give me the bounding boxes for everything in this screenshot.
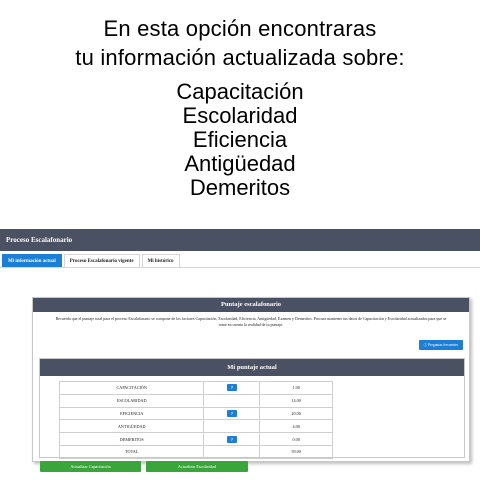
app-screenshot: Proceso Escalafonario Mi información act… <box>0 229 480 480</box>
tab-mi-informacion-actual[interactable]: Mi información actual <box>2 254 62 267</box>
factor-value: 4.00 <box>259 419 333 434</box>
factor-value: 14.00 <box>259 393 333 408</box>
app-header: Proceso Escalafonario <box>0 229 480 251</box>
card-description: Recuerda que el puntaje total para el pr… <box>55 316 447 327</box>
intro-line-1: En esta opción encontraras <box>103 16 377 41</box>
factor-value: 0.00 <box>259 432 333 446</box>
table-row: TOTAL 39.00 <box>58 444 333 459</box>
table-row: DEMERITOS ? 0.00 <box>58 432 333 446</box>
topic-demeritos: Demeritos <box>189 175 291 200</box>
intro-topics: Capacitación Escolaridad Eficiencia Anti… <box>0 80 480 200</box>
factor-name: ESCOLARIDAD <box>58 393 205 408</box>
factor-value: 20.00 <box>259 406 333 421</box>
factor-value: 39.00 <box>259 444 333 459</box>
factor-help-cell: ? <box>203 381 261 395</box>
score-card: Puntaje escalafonario Recuerda que el pu… <box>32 297 470 462</box>
factor-name: TOTAL <box>58 444 205 459</box>
intro-text: En esta opción encontraras tu informació… <box>0 14 480 200</box>
info-circle-icon: ⓘ <box>423 343 428 347</box>
factor-name: ANTIGÜEDAD <box>58 419 205 434</box>
tab-mi-historico[interactable]: Mi histórico <box>141 254 180 267</box>
topic-eficiencia: Eficiencia <box>192 127 288 152</box>
help-button[interactable]: ? <box>226 435 237 443</box>
topic-antiguedad: Antigüedad <box>184 151 296 176</box>
intro-line-2: tu información actualizada sobre: <box>75 45 405 70</box>
factor-help-cell: ? <box>203 432 261 446</box>
faq-button[interactable]: ⓘ Preguntas frecuentes <box>418 340 463 350</box>
update-schooling-button[interactable]: Actualizar Escolaridad <box>146 461 248 472</box>
table-row: ESCOLARIDAD 14.00 <box>58 393 333 408</box>
factor-name: CAPACITACIÓN <box>58 381 205 395</box>
factor-value: 1.00 <box>259 381 333 395</box>
score-title: Mi puntaje actual <box>40 359 464 376</box>
factor-help-cell <box>203 419 261 434</box>
table-row: EFICIENCIA ? 20.00 <box>58 406 333 421</box>
factor-help-cell <box>203 393 261 408</box>
topic-escolaridad: Escolaridad <box>182 103 298 128</box>
topic-capacitacion: Capacitación <box>176 79 304 104</box>
tab-proceso-vigente[interactable]: Proceso Escalafonario vigente <box>63 254 140 267</box>
faq-button-label: Preguntas frecuentes <box>428 343 458 347</box>
table-row: ANTIGÜEDAD 4.00 <box>58 419 333 434</box>
card-title: Puntaje escalafonario <box>33 298 469 312</box>
factor-name: DEMERITOS <box>58 432 205 446</box>
factor-name: EFICIENCIA <box>58 406 205 421</box>
tab-bar: Mi información actual Proceso Escalafona… <box>0 254 480 268</box>
factor-help-cell <box>203 444 261 459</box>
help-button[interactable]: ? <box>226 409 237 417</box>
table-row: CAPACITACIÓN ? 1.00 <box>58 381 333 395</box>
score-table: CAPACITACIÓN ? 1.00 ESCOLARIDAD 14.00 EF… <box>58 381 333 459</box>
score-panel: Mi puntaje actual CAPACITACIÓN ? 1.00 ES… <box>39 358 465 459</box>
update-training-button[interactable]: Actualizar Capacitación <box>40 461 141 472</box>
factor-help-cell: ? <box>203 406 261 421</box>
help-button[interactable]: ? <box>226 384 237 392</box>
